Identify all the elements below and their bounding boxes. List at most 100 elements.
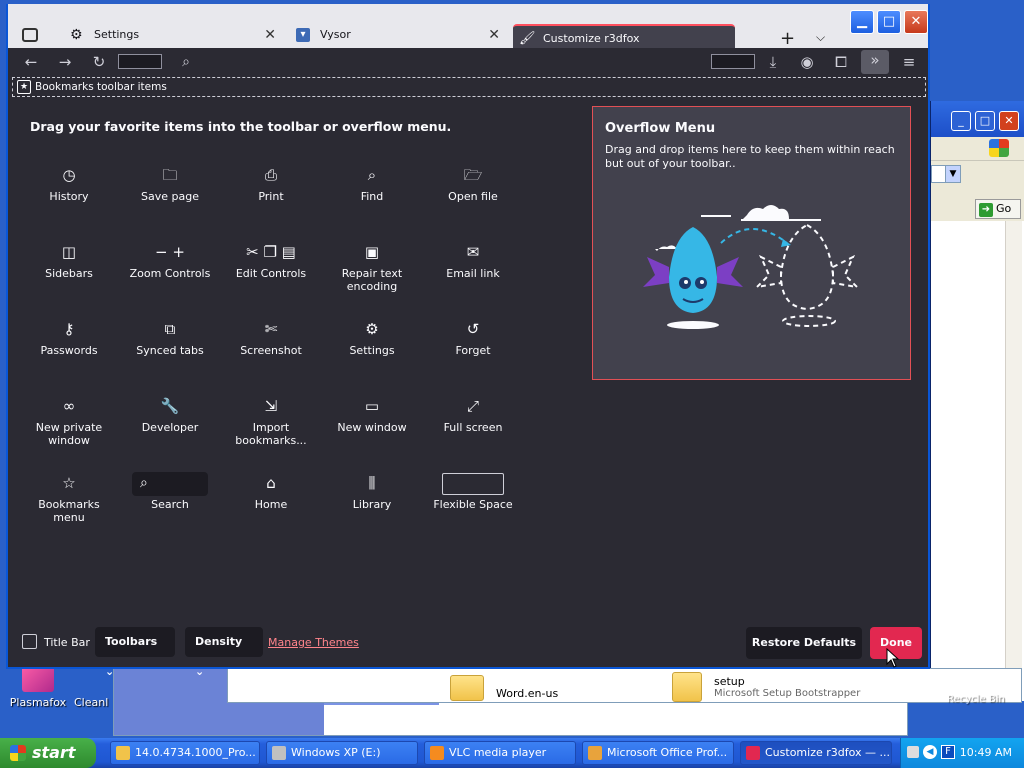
customize-footer: Title Bar Toolbars ⌄ Density ⌄ Manage Th… — [8, 624, 928, 678]
overflow-chevron-icon[interactable]: » — [861, 50, 889, 74]
taskbar-item[interactable]: Microsoft Office Prof... — [582, 741, 734, 765]
palette-item-full-screen[interactable]: ⤢ Full screen — [425, 395, 521, 434]
start-button[interactable]: start — [0, 738, 96, 768]
desktop-icon-plasmafox[interactable]: Plasmafox — [6, 664, 70, 709]
go-button[interactable]: ➜ Go — [975, 199, 1021, 219]
palette-item-repair-encoding[interactable]: ▣ Repair text encoding — [324, 241, 420, 293]
palette-item-label: Search — [151, 498, 189, 511]
manage-themes-link[interactable]: Manage Themes — [268, 636, 359, 649]
palette-item-forget[interactable]: ↺ Forget — [425, 318, 521, 357]
library-icon: ⫼ — [368, 474, 376, 492]
palette-item-print[interactable]: ⎙ Print — [223, 164, 319, 203]
palette-item-bookmarks-menu[interactable]: ☆ Bookmarks menu — [21, 472, 117, 524]
tab-customize[interactable]: 🖌 Customize r3dfox — [513, 24, 735, 50]
palette-item-private-window[interactable]: ∞ New private window — [21, 395, 117, 447]
zoom-controls-icon: − + — [155, 243, 185, 261]
flexible-space-icon — [425, 472, 521, 496]
tab-list-chevron-icon[interactable]: ⌵ — [816, 30, 825, 45]
palette-item-label: History — [49, 190, 89, 203]
synced-tabs-icon: ⧉ — [164, 320, 176, 338]
close-window-button[interactable]: ✕ — [904, 10, 928, 34]
palette-item-label: Developer — [141, 421, 199, 434]
minimize-icon[interactable]: _ — [951, 111, 971, 131]
palette-item-developer[interactable]: 🔧 Developer — [122, 395, 218, 434]
palette-item-settings[interactable]: ⚙ Settings — [324, 318, 420, 357]
downloads-icon[interactable]: ⤓ — [762, 52, 784, 72]
close-tab-icon[interactable]: ✕ — [488, 22, 500, 48]
palette-item-open-file[interactable]: 🗁 Open file — [425, 164, 521, 203]
palette-item-import-bookmarks[interactable]: ⇲ Import bookmarks... — [223, 395, 319, 447]
palette-item-library[interactable]: ⫼ Library — [324, 472, 420, 511]
windows-flag-icon — [10, 745, 26, 761]
folder-icon — [116, 746, 130, 760]
palette-item-find[interactable]: ⌕ Find — [324, 164, 420, 203]
full-screen-icon: ⤢ — [466, 397, 479, 415]
tab-overview-icon[interactable] — [22, 28, 38, 42]
minimize-button[interactable]: ▁ — [850, 10, 874, 34]
tab-vysor[interactable]: ▾ Vysor ✕ — [290, 22, 508, 48]
open-file-icon: 🗁 — [463, 166, 483, 184]
palette-item-passwords[interactable]: ⚷ Passwords — [21, 318, 117, 357]
hamburger-menu-icon[interactable]: ≡ — [898, 52, 920, 72]
palette-item-save-page[interactable]: 🗀 Save page — [122, 164, 218, 203]
maximize-icon[interactable]: □ — [975, 111, 995, 131]
taskbar-item[interactable]: Customize r3dfox — ... — [740, 741, 892, 765]
search-icon[interactable]: ⌕ — [175, 52, 197, 72]
vlc-icon — [430, 746, 444, 760]
palette-item-home[interactable]: ⌂ Home — [223, 472, 319, 511]
file-item[interactable]: setup Microsoft Setup Bootstrapper — [714, 675, 860, 699]
taskbar-item[interactable]: 14.0.4734.1000_Pro... — [110, 741, 260, 765]
palette-item-search[interactable]: ⌕ Search — [122, 472, 218, 511]
palette-item-label: Find — [360, 190, 384, 203]
palette-item-history[interactable]: ◷ History — [21, 164, 117, 203]
palette-item-label: Library — [352, 498, 392, 511]
forward-icon[interactable]: → — [54, 52, 76, 72]
new-tab-icon[interactable]: + — [780, 28, 795, 49]
palette-item-label: Print — [258, 190, 284, 203]
windows-logo-icon — [989, 139, 1009, 157]
file-item[interactable]: Word.en-us — [496, 687, 558, 700]
url-field-placeholder[interactable] — [118, 54, 162, 69]
keyboard-icon[interactable] — [907, 746, 919, 758]
palette-item-synced-tabs[interactable]: ⧉ Synced tabs — [122, 318, 218, 357]
chevron-down-icon[interactable]: ▼ — [945, 165, 961, 183]
back-icon[interactable]: ← — [20, 52, 42, 72]
palette-item-flexible-space[interactable]: Flexible Space — [425, 472, 521, 511]
overflow-illustration — [643, 205, 860, 329]
palette-item-email-link[interactable]: ✉ Email link — [425, 241, 521, 280]
palette-item-screenshot[interactable]: ✄ Screenshot — [223, 318, 319, 357]
restore-defaults-button[interactable]: Restore Defaults — [746, 627, 862, 659]
background-window-addressbar: ▼ — [931, 161, 1024, 187]
title-bar-checkbox[interactable] — [22, 634, 37, 649]
palette-item-zoom-controls[interactable]: − + Zoom Controls — [122, 241, 218, 280]
close-tab-icon[interactable]: ✕ — [264, 22, 276, 48]
density-dropdown[interactable]: Density ⌄ — [185, 627, 263, 678]
reload-icon[interactable]: ↻ — [88, 52, 110, 72]
close-icon[interactable]: ✕ — [999, 111, 1019, 131]
settings-icon: ⚙ — [365, 320, 379, 338]
background-window-menubar — [931, 137, 1024, 161]
taskbar-item[interactable]: VLC media player — [424, 741, 576, 765]
mouse-cursor-icon — [886, 648, 900, 668]
background-window-scrollbar[interactable] — [1005, 221, 1022, 701]
private-window-icon: ∞ — [62, 397, 76, 415]
palette-item-edit-controls[interactable]: ✂ ❐ ▤ Edit Controls — [223, 241, 319, 280]
tab-settings[interactable]: ⚙ Settings ✕ — [64, 22, 284, 48]
maximize-button[interactable]: □ — [877, 10, 901, 34]
drive-icon — [272, 746, 286, 760]
home-icon: ⌂ — [266, 474, 276, 492]
palette-item-label: Passwords — [40, 344, 98, 357]
tray-app-icon[interactable]: F — [941, 745, 955, 759]
palette-item-label: Synced tabs — [136, 344, 204, 357]
desktop-icon-recycle-bin[interactable]: Recycle Bin — [946, 694, 1006, 705]
palette-item-new-window[interactable]: ▭ New window — [324, 395, 420, 434]
overflow-menu-title: Overflow Menu — [605, 121, 716, 136]
tray-arrow-icon[interactable]: ◀ — [923, 745, 937, 759]
taskbar-item[interactable]: Windows XP (E:) — [266, 741, 418, 765]
toolbars-dropdown[interactable]: Toolbars ⌄ — [95, 627, 175, 678]
extensions-icon[interactable]: ⧠ — [830, 52, 852, 72]
palette-item-label: Sidebars — [45, 267, 93, 280]
palette-item-label: Full screen — [443, 421, 503, 434]
account-icon[interactable]: ◉ — [796, 52, 818, 72]
palette-item-sidebars[interactable]: ◫ Sidebars — [21, 241, 117, 280]
